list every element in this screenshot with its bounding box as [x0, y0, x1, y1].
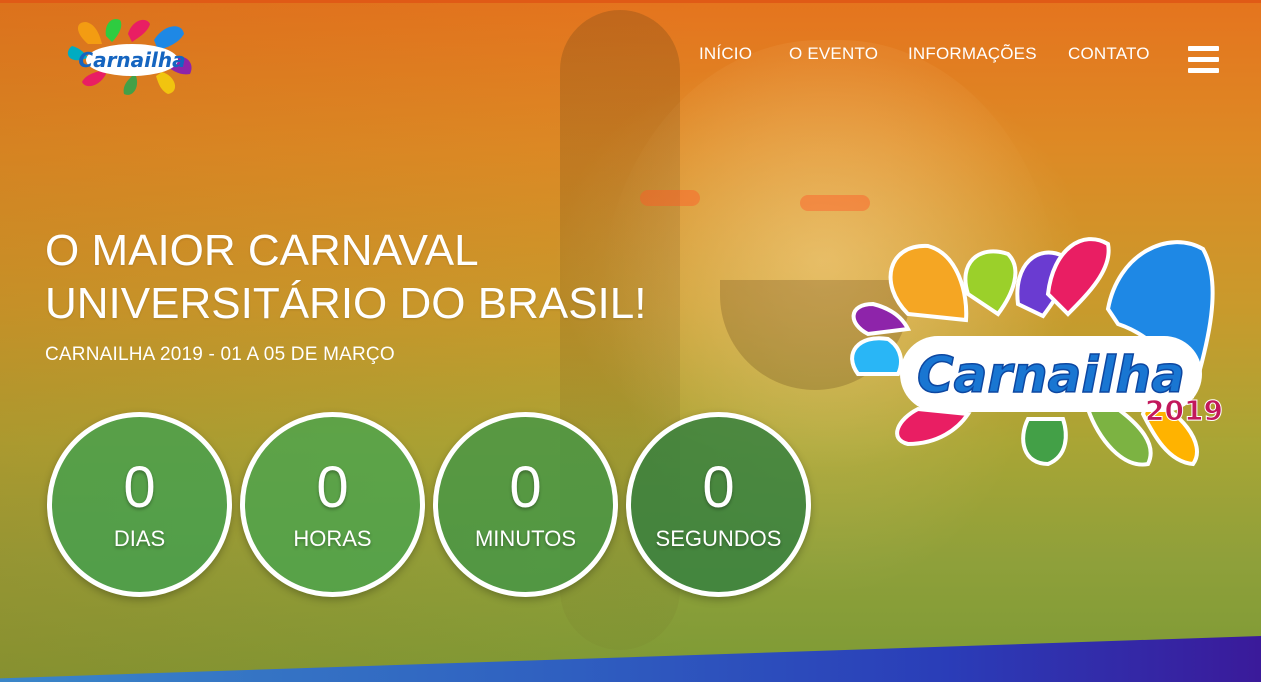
hero-subheadline: CARNAILHA 2019 - 01 A 05 DE MARÇO: [45, 344, 395, 365]
countdown-days-label: DIAS: [113, 526, 166, 551]
nav-item-inicio[interactable]: INÍCIO: [699, 44, 752, 64]
main-navigation: INÍCIO O EVENTO INFORMAÇÕES CONTATO: [0, 44, 1261, 68]
event-logo-year: 2019: [1145, 394, 1223, 427]
countdown-hours: 0 HORAS: [240, 412, 425, 597]
nav-item-o-evento[interactable]: O EVENTO: [789, 44, 878, 64]
countdown-hours-value: 0: [316, 455, 349, 520]
countdown-minutes: 0 MINUTOS: [433, 412, 618, 597]
countdown-seconds: 0 SEGUNDOS: [626, 412, 811, 597]
background-photo-facepaint: [640, 190, 700, 206]
hero-headline-line2: UNIVERSITÁRIO DO BRASIL!: [45, 279, 647, 328]
hero-headline: O MAIOR CARNAVAL UNIVERSITÁRIO DO BRASIL…: [45, 224, 765, 330]
countdown-days: 0 DIAS: [47, 412, 232, 597]
countdown-timer: 0 DIAS 0 HORAS 0 MINUTOS 0 SEGUNDOS: [47, 412, 817, 597]
top-accent-line: [0, 0, 1261, 3]
background-photo-facepaint: [800, 195, 870, 211]
countdown-hours-label: HORAS: [293, 526, 372, 551]
countdown-seconds-value: 0: [702, 455, 735, 520]
countdown-seconds-label: SEGUNDOS: [655, 526, 782, 551]
countdown-minutes-value: 0: [509, 455, 542, 520]
hamburger-menu-icon[interactable]: [1188, 44, 1219, 74]
nav-item-contato[interactable]: CONTATO: [1068, 44, 1150, 64]
countdown-minutes-label: MINUTOS: [474, 526, 577, 551]
hero-headline-line1: O MAIOR CARNAVAL: [45, 226, 479, 275]
nav-item-informacoes[interactable]: INFORMAÇÕES: [908, 44, 1037, 64]
event-logo: Carnailha 2019: [848, 224, 1233, 480]
countdown-days-value: 0: [123, 455, 156, 520]
